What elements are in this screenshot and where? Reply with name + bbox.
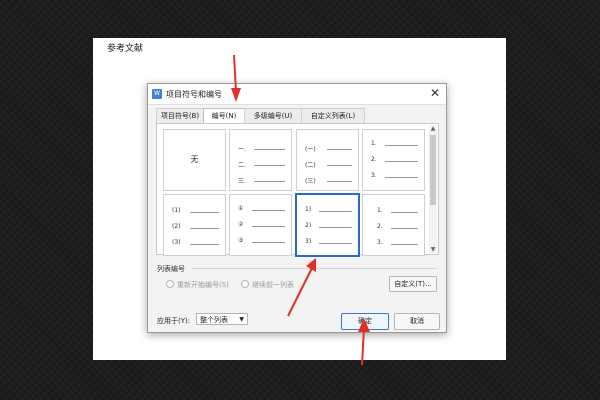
close-icon[interactable]: ✕ — [430, 86, 440, 100]
list-marker: (二) — [305, 162, 316, 169]
dialog-titlebar: W 项目符号和编号 ✕ — [148, 84, 446, 105]
list-marker: 三. — [238, 178, 246, 185]
number-style-chinese-paren[interactable]: (一) (二) (三) — [296, 129, 359, 191]
list-marker: 2. — [377, 223, 383, 230]
apply-to-label: 应用于(Y): — [157, 317, 191, 325]
list-marker: 2) — [305, 222, 312, 229]
restart-numbering-radio[interactable]: 重新开始编号(S) — [166, 280, 229, 290]
apply-to-value: 整个列表 — [200, 316, 228, 324]
dialog-title: 项目符号和编号 — [166, 90, 222, 99]
number-style-chinese-lower[interactable]: 一. 二. 三. — [229, 129, 292, 191]
tab-custom-list[interactable]: 自定义列表(L) — [301, 108, 365, 123]
list-marker: 1. — [371, 140, 377, 147]
restart-numbering-label: 重新开始编号(S) — [177, 281, 229, 289]
list-marker: 二. — [238, 162, 246, 169]
list-marker: 3. — [371, 172, 377, 179]
list-marker: 3) — [305, 238, 312, 245]
ok-button[interactable]: 确定 — [341, 313, 389, 330]
list-marker: ② — [238, 221, 244, 228]
number-style-none[interactable]: 无 — [163, 129, 226, 191]
list-marker: (1) — [172, 207, 181, 214]
list-marker: (2) — [172, 223, 181, 230]
radio-circle-icon — [241, 280, 249, 288]
list-marker: ① — [238, 205, 244, 212]
list-marker: 1) — [305, 206, 312, 213]
number-style-arabic-half-paren[interactable]: 1) 2) 3) — [295, 193, 360, 257]
list-marker: ③ — [238, 237, 244, 244]
list-numbering-label: 列表编号 — [157, 265, 185, 273]
list-marker: 1. — [377, 207, 383, 214]
app-icon: W — [152, 89, 162, 99]
numbering-gallery: 无 一. 二. 三. (一) (二) (三) 1. 2. 3. (1) (2) … — [156, 123, 439, 257]
continue-list-radio[interactable]: 继续前一列表 — [241, 280, 294, 290]
list-marker: (3) — [172, 239, 181, 246]
tab-multilevel[interactable]: 多级编号(U) — [244, 108, 302, 123]
document-heading: 参考文献 — [107, 44, 144, 54]
list-marker: 3. — [377, 239, 383, 246]
bullets-numbering-dialog: W 项目符号和编号 ✕ 项目符号(B) 编号(N) 多级编号(U) 自定义列表(… — [147, 83, 447, 333]
tab-bullets[interactable]: 项目符号(B) — [156, 108, 204, 123]
cancel-button[interactable]: 取消 — [394, 313, 440, 330]
gallery-scrollbar[interactable]: ▲ ▼ — [429, 125, 437, 253]
list-marker: 2. — [371, 156, 377, 163]
number-style-arabic-dot-indented[interactable]: 1. 2. 3. — [362, 194, 425, 256]
apply-to-select[interactable]: 整个列表 ▼ — [196, 313, 248, 325]
radio-circle-icon — [166, 280, 174, 288]
chevron-down-icon: ▼ — [239, 316, 244, 323]
section-divider — [192, 268, 437, 269]
list-marker: (一) — [305, 146, 316, 153]
scroll-up-icon[interactable]: ▲ — [429, 125, 437, 132]
list-marker: (三) — [305, 178, 316, 185]
list-marker: 一. — [238, 146, 246, 153]
customize-button[interactable]: 自定义(T)... — [389, 276, 437, 292]
number-style-arabic-paren[interactable]: (1) (2) (3) — [163, 194, 226, 256]
scroll-thumb[interactable] — [430, 135, 436, 205]
number-style-circled[interactable]: ① ② ③ — [229, 194, 292, 256]
number-style-arabic-dot[interactable]: 1. 2. 3. — [362, 129, 425, 191]
scroll-down-icon[interactable]: ▼ — [429, 246, 437, 253]
tab-numbering[interactable]: 编号(N) — [203, 108, 245, 124]
continue-list-label: 继续前一列表 — [252, 281, 294, 289]
none-label: 无 — [190, 155, 199, 164]
